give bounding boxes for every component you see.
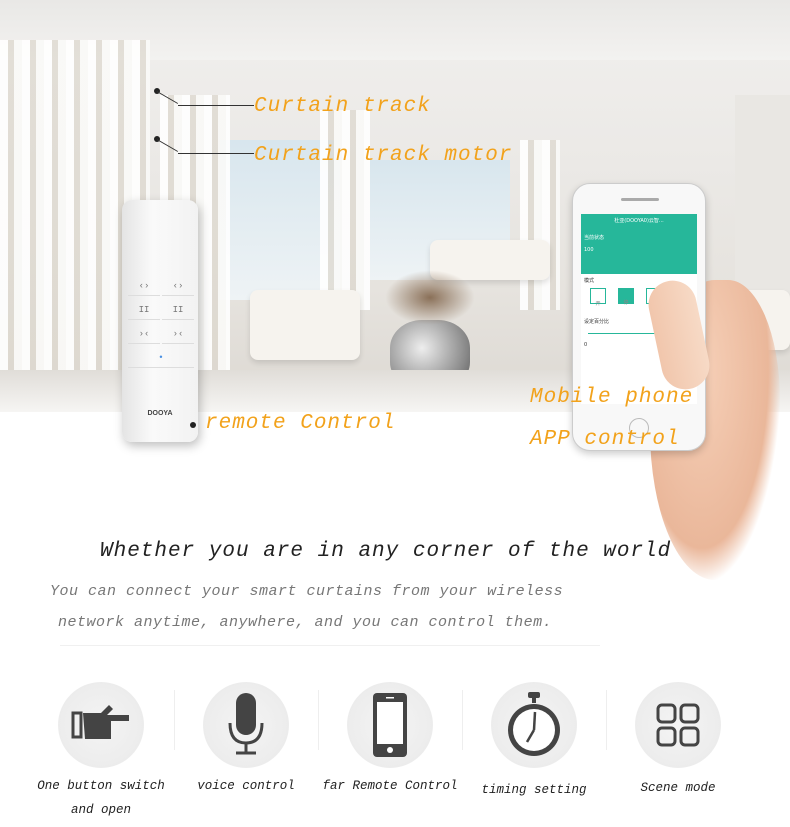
feature-scene-mode: Scene mode: [606, 682, 750, 800]
smartphone-icon: [373, 693, 407, 757]
curtain-motor-label: Curtain track motor: [254, 144, 513, 167]
remote-control-label: remote Control: [205, 412, 396, 435]
open-mode-button[interactable]: 开: [590, 288, 606, 307]
feature-voice-control: voice control: [174, 682, 318, 798]
subtitle-line-2: network anytime, anywhere, and you can c…: [58, 614, 553, 631]
status-value: 100: [584, 247, 594, 253]
headline: Whether you are in any corner of the wor…: [100, 540, 672, 563]
mobile-phone-label: Mobile phone: [530, 386, 694, 409]
stopwatch-icon: [508, 692, 560, 756]
status-label: 当前状态: [584, 235, 605, 241]
stop-mode-button[interactable]: 停: [618, 288, 634, 306]
feature-timing-setting: timing setting: [462, 682, 606, 802]
feature-remote-control: far Remote Control: [318, 682, 462, 798]
grid-icon: [656, 703, 700, 747]
curtain-track-label: Curtain track: [254, 95, 431, 118]
remote-control: ‹› ‹› II II ›‹ ›‹ • DOOYA: [122, 200, 198, 442]
app-title: 杜亚(DOOYA0)云智...: [614, 218, 664, 224]
feature-one-button: One button switch and open: [29, 682, 173, 822]
pointing-hand-icon: [71, 705, 129, 739]
subtitle-line-1: You can connect your smart curtains from…: [50, 583, 564, 600]
app-control-label: APP control: [530, 428, 680, 451]
microphone-icon: [228, 693, 264, 755]
brand-logo: DOOYA: [147, 410, 173, 417]
